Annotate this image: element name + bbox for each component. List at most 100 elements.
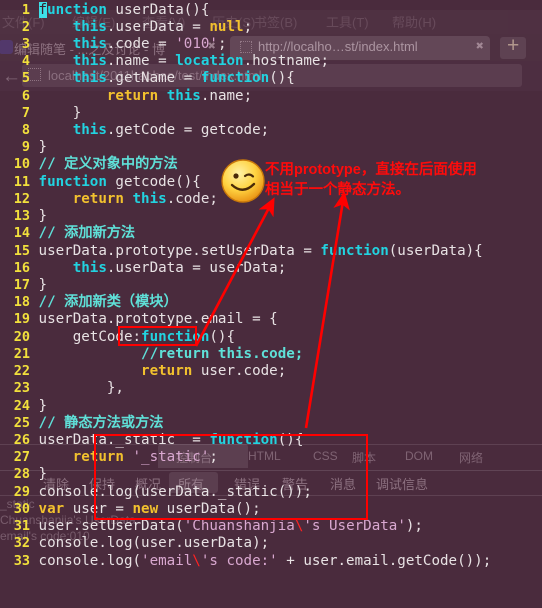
code-line[interactable]: 13 } — [0, 208, 542, 225]
code-token: user.code; — [192, 363, 287, 380]
line-number: 11 — [13, 173, 30, 190]
code-token: console.log(user.userData); — [38, 535, 270, 552]
line-number: 12 — [13, 190, 30, 207]
code-line[interactable]: 32 console.log(user.userData); — [0, 535, 542, 552]
code-token: userData(); — [158, 500, 261, 517]
code-line[interactable]: 3 this.code = '010'; — [0, 36, 542, 53]
code-token: this — [132, 190, 167, 207]
code-token: 's UserData' — [303, 518, 406, 535]
code-token: return — [106, 87, 159, 104]
code-line[interactable]: 12 return this.code; — [0, 191, 542, 208]
code-line[interactable]: 20 getCode:function(){ — [0, 329, 542, 346]
code-token: this — [72, 70, 107, 87]
line-number: 27 — [13, 449, 30, 466]
code-line[interactable]: 26 userData._static = function(){ — [0, 432, 542, 449]
code-line[interactable]: 18 // 添加新类（模块） — [0, 294, 542, 311]
code-token: // 定义对象中的方法 — [38, 156, 178, 173]
code-line[interactable]: 29 console.log(userData._static()); — [0, 484, 542, 501]
code-line[interactable]: 17 } — [0, 277, 542, 294]
code-token: '_static' — [132, 449, 210, 466]
line-number: 16 — [13, 259, 30, 276]
code-token: (userData){ — [388, 242, 483, 259]
code-line[interactable]: 31 user.setUserData('Chuanshanjia\'s Use… — [0, 518, 542, 535]
code-token: } — [38, 139, 48, 156]
code-token: function — [141, 328, 210, 345]
code-token: return — [141, 363, 193, 380]
code-token: userData(){ — [106, 1, 210, 18]
code-line[interactable]: 5 this.getName = function(){ — [0, 70, 542, 87]
code-line[interactable]: 16 this.userData = userData; — [0, 260, 542, 277]
code-line[interactable]: 19 userData.prototype.email = { — [0, 311, 542, 328]
line-number: 23 — [13, 380, 30, 397]
code-line[interactable]: 15 userData.prototype.setUserData = func… — [0, 243, 542, 260]
code-token: this — [72, 35, 107, 52]
line-number: 32 — [13, 535, 30, 552]
line-number: 15 — [13, 242, 30, 259]
code-line[interactable]: 25 // 静态方法或方法 — [0, 415, 542, 432]
code-token: user.setUserData( — [38, 518, 184, 535]
code-token: .hostname; — [243, 53, 329, 70]
code-token: // 添加新方法 — [38, 225, 136, 242]
code-token: 's code:' — [200, 552, 278, 569]
code-token: } — [38, 104, 82, 121]
code-token: .code; — [166, 190, 218, 207]
code-line[interactable]: 2 this.userData = null; — [0, 19, 542, 36]
code-token: } — [38, 277, 48, 294]
code-editor-text-area[interactable]: 1 function userData(){2 this.userData = … — [0, 0, 542, 608]
line-number: 22 — [13, 363, 30, 380]
code-token: // 静态方法或方法 — [38, 414, 164, 431]
code-token: .name = — [106, 53, 176, 70]
code-token: var — [38, 500, 65, 517]
code-token: userData._static = — [38, 432, 210, 448]
code-token: + user.email.getCode()); — [277, 552, 492, 569]
code-line[interactable]: 8 this.getCode = getcode; — [0, 122, 542, 139]
code-line[interactable]: 23 }, — [0, 380, 542, 397]
code-line[interactable]: 4 this.name = location.hostname; — [0, 53, 542, 70]
code-line[interactable]: 10 // 定义对象中的方法 — [0, 156, 542, 173]
code-line[interactable]: 33 console.log('email\'s code:' + user.e… — [0, 553, 542, 570]
line-number: 9 — [21, 139, 30, 156]
line-number: 28 — [13, 466, 30, 483]
line-number: 31 — [13, 518, 30, 535]
code-token: getcode(){ — [106, 173, 201, 190]
code-line[interactable]: 30 var user = new userData(); — [0, 501, 542, 518]
code-token: new — [132, 500, 159, 517]
code-token: // 添加新类（模块） — [38, 294, 178, 311]
code-token: .getName = — [106, 70, 201, 87]
code-line[interactable]: 22 return user.code; — [0, 363, 542, 380]
code-line[interactable]: 21 //return this.code; — [0, 346, 542, 363]
code-token: '010' — [175, 35, 218, 52]
code-line[interactable]: 9 } — [0, 139, 542, 156]
line-number: 19 — [13, 311, 30, 328]
code-token: userData.prototype.setUserData = — [38, 242, 321, 259]
line-number: 24 — [13, 397, 30, 414]
line-number: 20 — [13, 328, 30, 345]
code-token: user = — [64, 500, 133, 517]
code-line[interactable]: 11 function getcode(){ — [0, 174, 542, 191]
code-token: console.log(userData._static()); — [38, 483, 312, 500]
code-line[interactable]: 28 } — [0, 466, 542, 483]
code-line[interactable]: 1 function userData(){ — [0, 1, 542, 19]
code-token: (){ — [277, 432, 304, 448]
code-token: .name; — [200, 87, 253, 104]
code-line[interactable]: 27 return '_static'; — [0, 449, 542, 466]
code-line[interactable]: 24 } — [0, 398, 542, 415]
line-number: 1 — [21, 1, 30, 18]
code-line[interactable]: 7 } — [0, 105, 542, 122]
code-token: .code = — [106, 35, 176, 52]
line-number: 17 — [13, 277, 30, 294]
code-token: this — [72, 53, 107, 70]
code-line[interactable]: 6 return this.name; — [0, 88, 542, 105]
code-token: function — [200, 70, 270, 87]
code-token: unction — [47, 1, 107, 18]
code-line[interactable]: 14 // 添加新方法 — [0, 225, 542, 242]
line-number: 2 — [21, 18, 30, 35]
code-token: 'Chuanshanjia — [183, 518, 295, 535]
line-number: 8 — [21, 122, 30, 139]
